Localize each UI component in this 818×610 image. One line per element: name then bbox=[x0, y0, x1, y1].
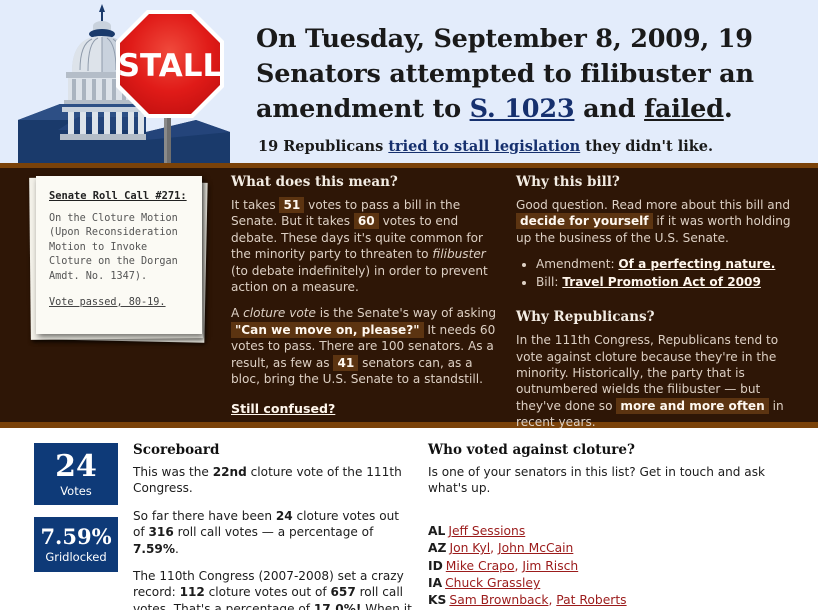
senator-row: KS Sam Brownback, Pat Roberts bbox=[428, 592, 800, 609]
senator-state-abbr: KS bbox=[428, 593, 447, 608]
sb-p2-rollcall-count: 316 bbox=[148, 525, 174, 540]
scoreboard-paragraph-1: This was the 22nd cloture vote of the 11… bbox=[133, 464, 413, 497]
headline-failed: failed bbox=[644, 94, 724, 124]
bill-label: Bill: bbox=[536, 274, 559, 289]
stat-box-gridlocked: 7.59% Gridlocked bbox=[34, 517, 118, 572]
still-confused-link[interactable]: Still confused? bbox=[231, 401, 335, 416]
senator-state-abbr: AL bbox=[428, 523, 446, 538]
senator-link[interactable]: John McCain bbox=[498, 541, 573, 555]
sb-p1-a: This was the bbox=[133, 465, 213, 479]
sb-p3-g: When it bbox=[361, 601, 412, 610]
explain-paragraph-2: A cloture vote is the Senate's way of as… bbox=[231, 305, 499, 387]
senator-list: AL Jeff Sessions AZ Jon Kyl, John McCain ID M… bbox=[428, 523, 800, 610]
sb-p3-percentage: 17.0%! bbox=[313, 601, 362, 610]
sb-p2-g: . bbox=[174, 541, 179, 556]
why-republicans-paragraph: In the 111th Congress, Republicans tend … bbox=[516, 332, 802, 430]
note-vote-result: Vote passed, 80-19. bbox=[49, 296, 166, 308]
stat-gridlocked-label: Gridlocked bbox=[45, 550, 107, 564]
highlight-decide-for-yourself: decide for yourself bbox=[516, 213, 653, 230]
voters-column: Who voted against cloture? Is one of you… bbox=[428, 442, 800, 610]
senator-state-abbr: IA bbox=[428, 576, 443, 591]
why-bill-paragraph: Good question. Read more about this bill… bbox=[516, 197, 802, 246]
senator-row: AZ Jon Kyl, John McCain bbox=[428, 540, 800, 557]
emphasis-filibuster: filibuster bbox=[432, 247, 486, 262]
senator-separator: , bbox=[490, 541, 498, 556]
explain-p2-text-a: A bbox=[231, 306, 244, 321]
why-republicans-heading: Why Republicans? bbox=[516, 309, 655, 326]
note-paper-front: Senate Roll Call #271: On the Cloture Mo… bbox=[36, 176, 202, 334]
why-column: Why this bill? Good question. Read more … bbox=[516, 174, 802, 441]
senator-link[interactable]: Pat Roberts bbox=[556, 593, 626, 607]
sb-p3-c: cloture votes out of bbox=[204, 585, 331, 600]
subhead-text-2: they didn't like. bbox=[580, 138, 714, 155]
bottom-section: 24 Votes 7.59% Gridlocked Scoreboard Thi… bbox=[0, 428, 818, 610]
sb-p1-ordinal: 22nd bbox=[212, 465, 247, 479]
senator-row: IA Chuck Grassley bbox=[428, 575, 800, 592]
sb-p2-cloture-count: 24 bbox=[275, 508, 293, 523]
senator-link[interactable]: Chuck Grassley bbox=[445, 576, 540, 590]
explain-p2-text-b: is the Senate's way of asking bbox=[315, 306, 497, 321]
stop-sign-label: STALL bbox=[118, 48, 223, 84]
stat-votes-label: Votes bbox=[60, 484, 92, 498]
senator-link[interactable]: Mike Crapo bbox=[446, 559, 515, 573]
scoreboard-text-column: Scoreboard This was the 22nd cloture vot… bbox=[133, 442, 413, 610]
list-item: Bill: Travel Promotion Act of 2009 bbox=[536, 274, 802, 292]
highlight-51: 51 bbox=[279, 197, 305, 213]
why-this-bill-heading: Why this bill? bbox=[516, 174, 620, 190]
bill-link-s1023[interactable]: S. 1023 bbox=[470, 94, 575, 124]
roll-call-note-card: Senate Roll Call #271: On the Cloture Mo… bbox=[22, 173, 212, 348]
explain-p1-text-d: (to debate indefinitely) in order to pre… bbox=[231, 263, 488, 295]
why-bill-text-a: Good question. Read more about this bill… bbox=[516, 198, 791, 212]
headline-text-3: . bbox=[723, 94, 733, 124]
explain-p1-text-a: It takes bbox=[231, 198, 280, 212]
amendment-label: Amendment: bbox=[536, 257, 615, 272]
note-body: On the Cloture Motion (Upon Reconsiderat… bbox=[49, 212, 178, 282]
emphasis-cloture-vote: cloture vote bbox=[243, 306, 316, 321]
highlight-more-and-more-often: more and more often bbox=[616, 397, 769, 414]
senator-state-abbr: ID bbox=[428, 558, 443, 573]
stat-votes-value: 24 bbox=[55, 449, 97, 484]
page-subheadline: 19 Republicans tried to stall legislatio… bbox=[258, 138, 803, 155]
senator-link[interactable]: Jeff Sessions bbox=[448, 524, 525, 538]
senator-link[interactable]: Sam Brownback bbox=[449, 593, 548, 607]
stall-stop-sign-icon: STALL bbox=[114, 8, 226, 120]
senator-link[interactable]: Jim Risch bbox=[522, 559, 578, 573]
scoreboard-paragraph-3: The 110th Congress (2007-2008) set a cra… bbox=[133, 568, 413, 610]
sb-p2-e: roll call votes — a percentage of bbox=[173, 525, 374, 540]
amendment-link[interactable]: Of a perfecting nature. bbox=[618, 257, 775, 271]
senator-row: ID Mike Crapo, Jim Risch bbox=[428, 558, 800, 575]
bill-links-list: Amendment: Of a perfecting nature. Bill:… bbox=[516, 256, 802, 291]
subhead-text-1: 19 Republicans bbox=[258, 138, 389, 155]
sb-p3-rollcall-count: 657 bbox=[330, 585, 356, 600]
page-headline: On Tuesday, September 8, 2009, 19 Senato… bbox=[256, 22, 801, 127]
page-header: STALL On Tuesday, September 8, 2009, 19 … bbox=[0, 0, 818, 163]
senator-link[interactable]: Jon Kyl bbox=[449, 541, 490, 555]
explain-paragraph-1: It takes 51 votes to pass a bill in the … bbox=[231, 197, 499, 295]
what-does-this-mean-column: What does this mean? It takes 51 votes t… bbox=[231, 174, 499, 417]
highlight-move-on-quote: "Can we move on, please?" bbox=[231, 321, 424, 338]
highlight-41: 41 bbox=[333, 354, 359, 371]
stat-gridlocked-value: 7.59% bbox=[40, 524, 112, 549]
sb-p2-a: So far there have been bbox=[133, 508, 276, 523]
voters-intro: Is one of your senators in this list? Ge… bbox=[428, 465, 766, 496]
scoreboard-heading: Scoreboard bbox=[133, 442, 220, 458]
list-item: Amendment: Of a perfecting nature. bbox=[536, 256, 802, 274]
note-title: Senate Roll Call #271: bbox=[49, 190, 187, 202]
stall-legislation-link[interactable]: tried to stall legislation bbox=[388, 138, 580, 155]
bill-link[interactable]: Travel Promotion Act of 2009 bbox=[562, 275, 761, 289]
sb-p3-cloture-count: 112 bbox=[179, 585, 205, 600]
what-does-this-mean-heading: What does this mean? bbox=[231, 174, 398, 190]
who-voted-heading: Who voted against cloture? bbox=[428, 442, 635, 458]
senator-state-abbr: AZ bbox=[428, 541, 447, 556]
scoreboard-paragraph-2: So far there have been 24 cloture votes … bbox=[133, 508, 413, 557]
highlight-60: 60 bbox=[353, 213, 379, 230]
senator-row: AL Jeff Sessions bbox=[428, 523, 800, 540]
stat-box-votes: 24 Votes bbox=[34, 443, 118, 505]
explanation-band: Senate Roll Call #271: On the Cloture Mo… bbox=[0, 168, 818, 429]
scoreboard-stat-boxes: 24 Votes 7.59% Gridlocked bbox=[34, 443, 118, 572]
sb-p2-percentage: 7.59% bbox=[133, 541, 175, 556]
headline-text-2: and bbox=[574, 94, 645, 124]
